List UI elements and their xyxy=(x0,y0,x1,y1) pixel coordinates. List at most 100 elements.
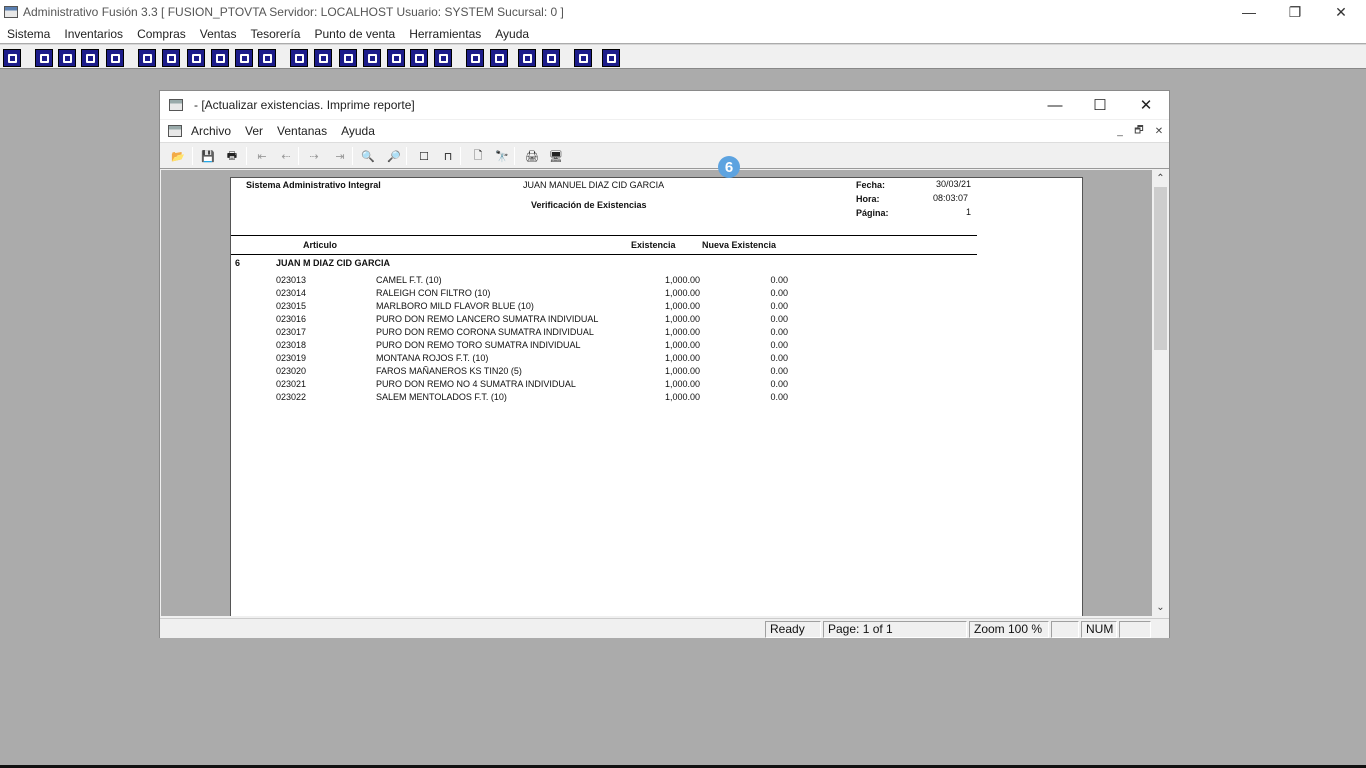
tb-refresh-icon[interactable] xyxy=(518,49,536,67)
row-code: 023015 xyxy=(276,301,307,311)
tb-back-icon[interactable] xyxy=(574,49,592,67)
tb-document-icon[interactable] xyxy=(235,49,253,67)
report-minimize-button[interactable]: — xyxy=(1032,91,1078,119)
tb-send-icon[interactable] xyxy=(339,49,357,67)
menu-inventarios[interactable]: Inventarios xyxy=(64,27,123,41)
tb-clipboard-icon[interactable] xyxy=(58,49,76,67)
single-page-icon[interactable]: ☐ xyxy=(416,148,432,164)
status-caps xyxy=(1051,621,1079,638)
report-close-button[interactable]: ✕ xyxy=(1123,91,1169,119)
mdi-minimize-button[interactable]: _ xyxy=(1112,124,1128,138)
row-existencia: 1,000.00 xyxy=(664,288,700,298)
menu-herramientas[interactable]: Herramientas xyxy=(409,27,481,41)
col-nueva-existencia: Nueva Existencia xyxy=(702,240,777,250)
status-page: Page: 1 of 1 xyxy=(823,621,967,638)
first-page-icon[interactable]: ⇤ xyxy=(254,148,270,164)
row-code: 023019 xyxy=(276,353,307,363)
two-page-icon[interactable]: ⊓ xyxy=(440,148,456,164)
report-window-title: - [Actualizar existencias. Imprime repor… xyxy=(194,98,415,112)
row-code: 023021 xyxy=(276,379,307,389)
menu-sistema[interactable]: Sistema xyxy=(7,27,50,41)
fecha-value: 30/03/21 xyxy=(936,179,972,189)
tb-import-icon[interactable] xyxy=(187,49,205,67)
find-icon[interactable]: 🔭 xyxy=(494,148,510,164)
tb-exchange-icon[interactable] xyxy=(81,49,99,67)
row-code: 023014 xyxy=(276,288,307,298)
app-window-icon[interactable] xyxy=(4,6,18,18)
tb-users-icon[interactable] xyxy=(290,49,308,67)
report-window-icon[interactable] xyxy=(169,99,183,111)
report-maximize-button[interactable]: ☐ xyxy=(1077,91,1123,119)
row-existencia: 1,000.00 xyxy=(664,353,700,363)
row-existencia: 1,000.00 xyxy=(664,314,700,324)
scroll-thumb[interactable] xyxy=(1154,187,1167,350)
menu-punto-de-venta[interactable]: Punto de venta xyxy=(314,27,395,41)
scroll-down-icon[interactable]: ⌄ xyxy=(1152,599,1169,616)
row-description: RALEIGH CON FILTRO (10) xyxy=(376,288,491,298)
page-setup-icon[interactable]: 🗋 xyxy=(470,148,486,164)
row-existencia: 1,000.00 xyxy=(664,301,700,311)
tb-windows-icon[interactable] xyxy=(35,49,53,67)
step-badge: 6 xyxy=(718,156,740,178)
mdi-close-button[interactable]: ✕ xyxy=(1151,124,1167,138)
app-minimize-button[interactable]: — xyxy=(1226,0,1272,24)
app-restore-button[interactable]: ❐ xyxy=(1272,0,1318,24)
tb-search-icon[interactable] xyxy=(106,49,124,67)
row-nueva-existencia: 0.00 xyxy=(770,275,788,285)
status-num: NUM xyxy=(1081,621,1117,638)
tb-list-icon[interactable] xyxy=(258,49,276,67)
row-existencia: 1,000.00 xyxy=(664,275,700,285)
main-menu-bar: Sistema Inventarios Compras Ventas Tesor… xyxy=(0,24,1366,43)
tb-export-icon[interactable] xyxy=(211,49,229,67)
tb-add-icon[interactable] xyxy=(363,49,381,67)
tb-home-icon[interactable] xyxy=(466,49,484,67)
mdi-restore-button[interactable]: 🗗 xyxy=(1131,124,1147,138)
tb-user-icon[interactable] xyxy=(138,49,156,67)
col-existencia: Existencia xyxy=(631,240,676,250)
open-icon[interactable]: 📂 xyxy=(170,148,186,164)
row-description: PURO DON REMO LANCERO SUMATRA INDIVIDUAL xyxy=(376,314,599,324)
report-title: Verificación de Existencias xyxy=(531,200,647,210)
email-report-icon[interactable]: 🖥 xyxy=(548,148,564,164)
save-icon[interactable]: 💾 xyxy=(200,148,216,164)
last-page-icon[interactable]: ⇥ xyxy=(332,148,348,164)
zoom-in-icon[interactable]: 🔍 xyxy=(360,148,376,164)
tb-zoom-icon[interactable] xyxy=(490,49,508,67)
report-owner: JUAN MANUEL DIAZ CID GARCIA xyxy=(523,180,665,190)
next-page-icon[interactable]: ⇢ xyxy=(306,148,322,164)
export-report-icon[interactable]: 🖨 xyxy=(524,148,540,164)
row-existencia: 1,000.00 xyxy=(664,379,700,389)
menu-ver[interactable]: Ver xyxy=(245,124,263,138)
row-description: MONTANA ROJOS F.T. (10) xyxy=(376,353,489,363)
report-preview-area[interactable]: Sistema Administrativo Integral JUAN MAN… xyxy=(161,170,1152,616)
row-description: PURO DON REMO CORONA SUMATRA INDIVIDUAL xyxy=(376,327,594,337)
tb-report-icon[interactable] xyxy=(410,49,428,67)
row-nueva-existencia: 0.00 xyxy=(770,340,788,350)
prev-page-icon[interactable]: ⇠ xyxy=(278,148,294,164)
tb-table-icon[interactable] xyxy=(434,49,452,67)
menu-tesoreria[interactable]: Tesorería xyxy=(250,27,300,41)
app-close-button[interactable]: ✕ xyxy=(1318,0,1364,24)
zoom-out-icon[interactable]: 🔎 xyxy=(386,148,402,164)
vertical-scrollbar[interactable]: ⌃ ⌄ xyxy=(1152,170,1169,616)
print-icon[interactable]: 🖶 xyxy=(224,148,240,164)
menu-ventas[interactable]: Ventas xyxy=(200,27,237,41)
row-description: CAMEL F.T. (10) xyxy=(376,275,442,285)
menu-compras[interactable]: Compras xyxy=(137,27,186,41)
tb-box-icon[interactable] xyxy=(314,49,332,67)
report-menu-icon[interactable] xyxy=(168,125,182,137)
menu-ayuda-report[interactable]: Ayuda xyxy=(341,124,375,138)
row-code: 023020 xyxy=(276,366,307,376)
status-ready: Ready xyxy=(765,621,821,638)
tb-undo-icon[interactable] xyxy=(542,49,560,67)
tb-folder-icon[interactable] xyxy=(162,49,180,67)
tb-help-icon[interactable] xyxy=(602,49,620,67)
row-existencia: 1,000.00 xyxy=(664,366,700,376)
scroll-up-icon[interactable]: ⌃ xyxy=(1152,170,1169,187)
tb-dollar-icon[interactable] xyxy=(387,49,405,67)
row-existencia: 1,000.00 xyxy=(664,340,700,350)
menu-ayuda[interactable]: Ayuda xyxy=(495,27,529,41)
menu-ventanas[interactable]: Ventanas xyxy=(277,124,327,138)
menu-archivo[interactable]: Archivo xyxy=(191,124,231,138)
tb-calculator-icon[interactable] xyxy=(3,49,21,67)
